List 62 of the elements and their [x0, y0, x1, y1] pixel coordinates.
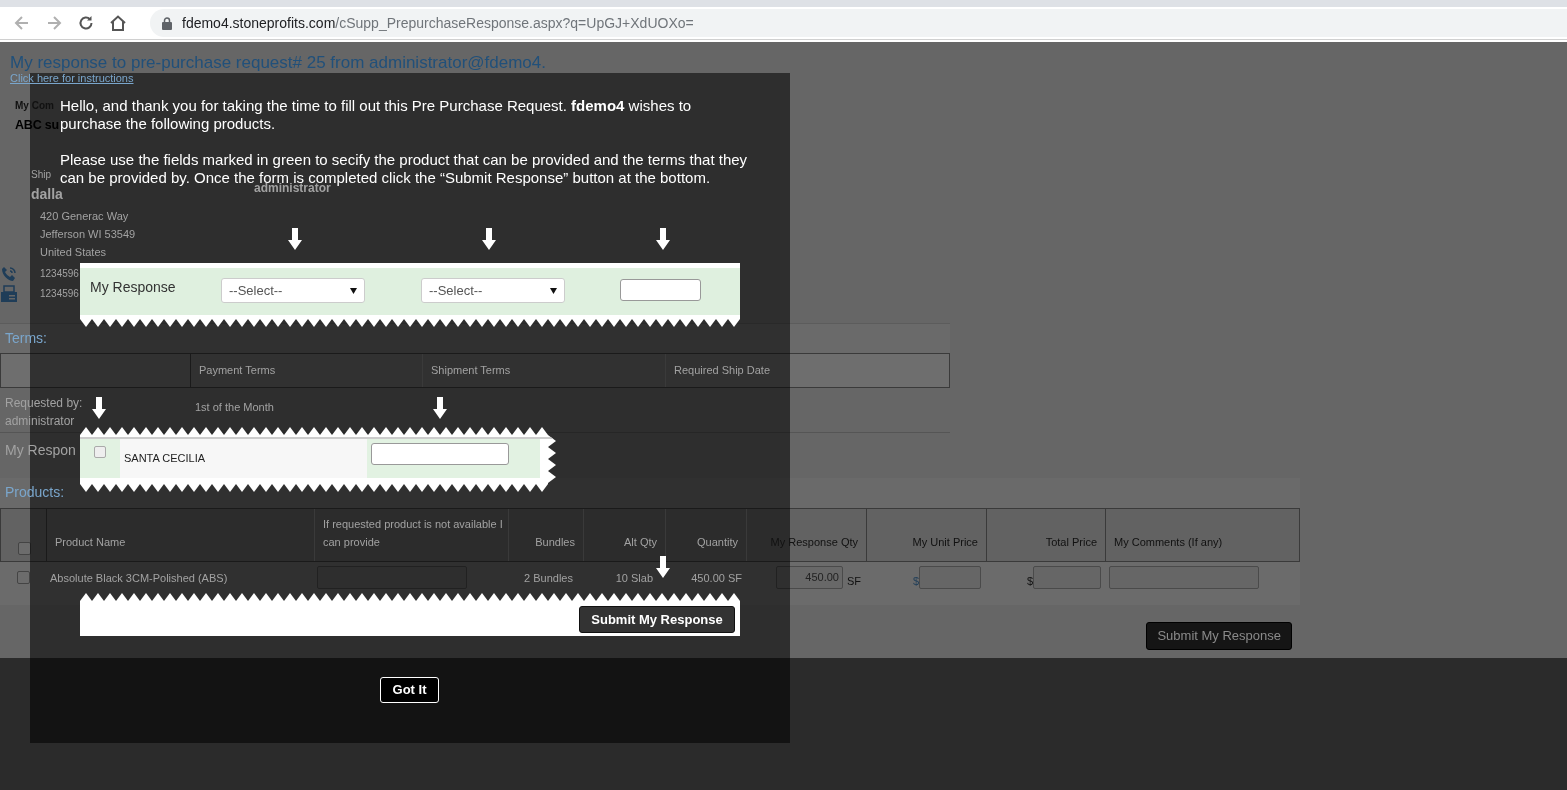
address-line: Jefferson WI 53549: [40, 226, 136, 242]
fax-number: 1234596: [40, 287, 79, 302]
page-title: My response to pre-purchase request# 25 from administrator@fdemo4.: [10, 52, 546, 72]
got-it-button[interactable]: Got It: [380, 677, 439, 703]
address-line: 420 Generac Way: [40, 208, 129, 224]
phone-icon: [0, 264, 18, 283]
submit-button[interactable]: Submit My Response: [1146, 621, 1292, 650]
input-field[interactable]: [371, 443, 509, 465]
column-header: Bundles: [509, 508, 584, 561]
select-dropdown[interactable]: --Select--: [421, 278, 565, 303]
down-arrow-icon: [656, 228, 670, 250]
vendor-name: SANTA CECILIA: [124, 452, 206, 464]
column-header: Payment Terms: [191, 353, 423, 387]
column-header: My Comments (If any): [1113, 534, 1224, 550]
table-cell-text: 10 Slab: [615, 570, 653, 586]
ship-to-name: dalla: [31, 184, 63, 204]
table-cell-text: 450.00 SF: [691, 570, 742, 586]
select-placeholder: --Select--: [429, 281, 483, 300]
unit-label: SF: [846, 573, 861, 589]
price-input[interactable]: [919, 565, 981, 589]
table-cell-text: 2 Bundles: [524, 570, 573, 586]
checkbox[interactable]: [94, 446, 106, 458]
column-header: Product Name: [47, 508, 315, 561]
home-icon[interactable]: [108, 13, 128, 33]
instructions-link[interactable]: Click here for instructions: [10, 72, 134, 85]
url-text: fdemo4.stoneprofits.com/cSupp_PrepurchaseResponse.aspx?q=UpGJ+XdUOXo=: [182, 13, 694, 33]
column-header: My Unit Price: [867, 508, 987, 561]
address-bar[interactable]: fdemo4.stoneprofits.com/cSupp_PrepurchaseResponse.aspx?q=UpGJ+XdUOXo=: [150, 9, 1567, 37]
field-label: Ship: [31, 167, 51, 182]
section-label: My Respon: [5, 441, 76, 458]
input-field[interactable]: [620, 279, 701, 301]
submit-button[interactable]: Submit My Response: [579, 606, 735, 633]
caret-icon: [350, 287, 357, 294]
currency-label: $: [912, 573, 919, 589]
down-arrow-icon: [482, 228, 496, 250]
checkbox[interactable]: [17, 570, 30, 584]
price-input[interactable]: [1033, 565, 1101, 589]
address-line: United States: [40, 244, 107, 260]
column-header: Quantity: [666, 508, 747, 561]
column-header: Total Price: [987, 508, 1106, 561]
column-header: If requested product is not available I can provide: [315, 508, 509, 561]
lock-icon: [162, 16, 172, 30]
table-cell-text: administrator: [5, 412, 75, 430]
comment-input[interactable]: [1109, 565, 1259, 589]
down-arrow-icon: [92, 397, 106, 419]
table-cell: Absolute Black 3CM-Polished (ABS): [50, 571, 228, 584]
caret-icon: [550, 287, 557, 294]
select-placeholder: --Select--: [229, 281, 283, 300]
down-arrow-icon: [433, 397, 447, 419]
phone-number: 1234596: [40, 267, 79, 282]
instruction-text: Hello, and thank you for taking the time to fill out this Pre Purchase Request. fdemo4 wishes to purchase the following products.: [60, 97, 693, 133]
column-header: Shipment Terms: [423, 353, 666, 387]
currency-label: $: [1026, 573, 1033, 589]
section-title: Terms:: [5, 328, 47, 348]
table-cell: 1st of the Month: [195, 400, 274, 413]
checkbox[interactable]: [18, 541, 31, 555]
down-arrow-icon: [288, 228, 302, 250]
section-title: Products:: [5, 483, 65, 503]
column-header: Required Ship Date: [673, 363, 771, 378]
down-arrow-icon: [656, 556, 670, 578]
select-dropdown[interactable]: --Select--: [221, 278, 365, 303]
field-label: My Response: [90, 278, 176, 297]
